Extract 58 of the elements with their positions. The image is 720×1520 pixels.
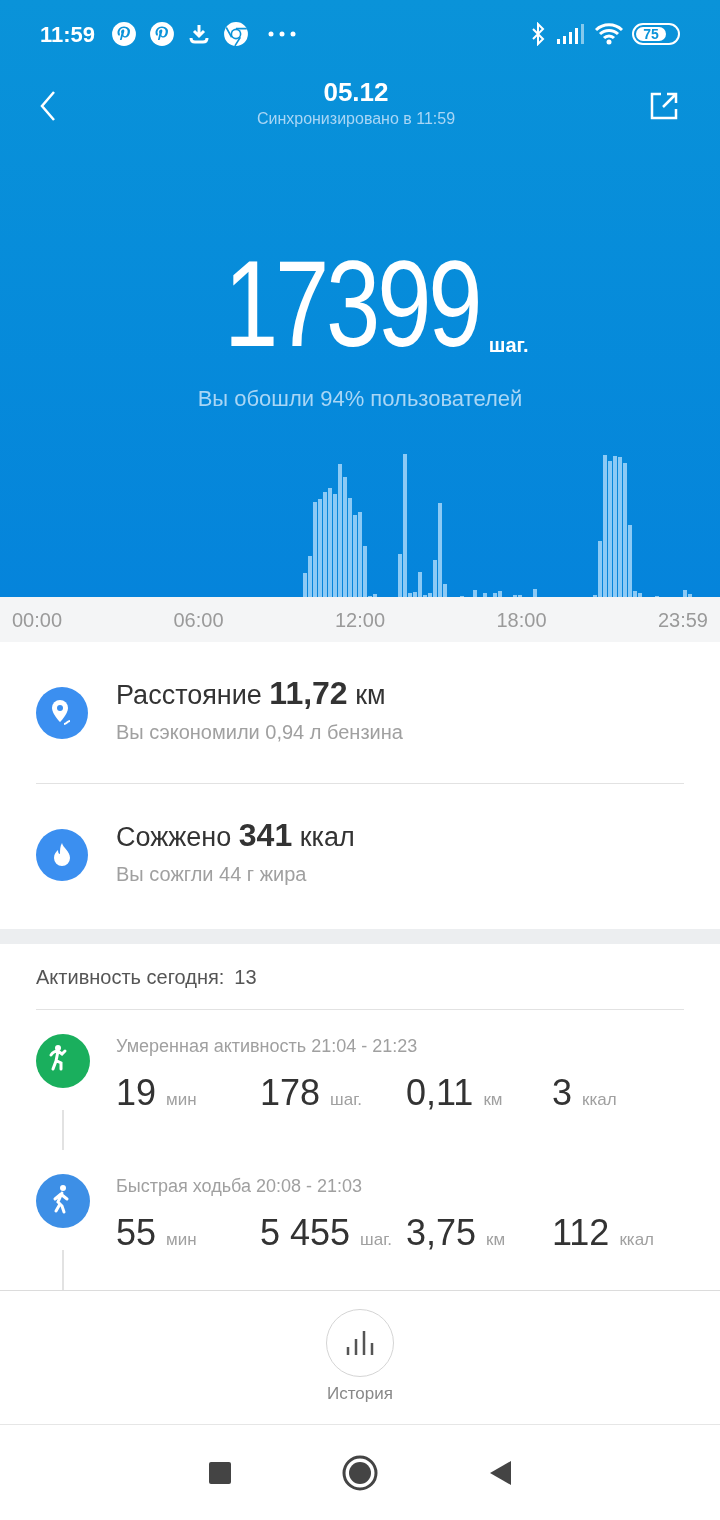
status-time: 11:59: [40, 20, 96, 49]
stat-value: 5 455: [260, 1211, 351, 1255]
stat-unit: км: [486, 1229, 506, 1251]
time-label: 23:59: [657, 607, 708, 633]
sync-status: Синхронизировано в 11:59: [256, 109, 456, 129]
browser-icon: [223, 21, 250, 47]
stat-value: 178: [260, 1071, 321, 1115]
stat-unit: мин: [166, 1089, 197, 1111]
recent-apps-icon: [208, 1460, 232, 1485]
exercise-figure-icon: [49, 1045, 67, 1071]
stat-unit: ккал: [582, 1089, 617, 1111]
stat-value: 3: [552, 1071, 573, 1115]
summary-title: Расстояние 11,72 км: [116, 673, 387, 713]
percentile-text: Вы обошли 94% пользователей: [197, 385, 523, 413]
stat-unit: шаг.: [330, 1089, 363, 1111]
signal-icon: [556, 24, 584, 44]
stat-unit: мин: [166, 1229, 197, 1251]
distance-icon: [36, 686, 88, 739]
stat-value: 19: [116, 1071, 157, 1115]
step-bar: [483, 593, 487, 597]
pinterest-icon: [111, 21, 138, 47]
calories-icon: [36, 829, 88, 881]
date-title: 05.12: [323, 76, 389, 108]
home-icon: [342, 1454, 378, 1491]
step-unit: шаг.: [488, 333, 529, 358]
history-label: История: [327, 1382, 393, 1405]
walking-figure-icon: [53, 1185, 69, 1214]
summary-subtitle: Вы сожгли 44 г жира: [116, 862, 308, 887]
bluetooth-icon: [530, 22, 546, 46]
stat-value: 112: [552, 1211, 610, 1255]
pinterest-icon: [149, 21, 176, 47]
summary-subtitle: Вы сэкономили 0,94 л бензина: [116, 719, 403, 745]
stat-value: 3,75: [406, 1211, 477, 1255]
share-button[interactable]: [648, 90, 680, 122]
back-icon: [40, 90, 56, 122]
activity-title: Умеренная активность 21:04 - 21:23: [116, 1035, 419, 1058]
activity-title: Быстрая ходьба 20:08 - 21:03: [116, 1175, 364, 1198]
more-icon: [267, 30, 298, 38]
summary-title: Сожжено 341 ккал: [116, 816, 355, 855]
activity-label: Активность сегодня:: [36, 964, 225, 990]
stat-unit: ккал: [619, 1229, 655, 1251]
time-label: 00:00: [12, 607, 63, 633]
time-label: 06:00: [173, 607, 224, 633]
wifi-icon: [594, 22, 624, 46]
step-bar: [473, 590, 477, 597]
battery-level: 75: [636, 27, 666, 41]
stat-unit: км: [483, 1089, 503, 1111]
activity-count: 13: [234, 964, 257, 990]
time-label: 12:00: [334, 607, 386, 633]
stat-unit: шаг.: [360, 1229, 393, 1251]
step-bar: [533, 589, 537, 597]
stat-value: 55: [116, 1211, 157, 1255]
step-count: 17399: [223, 244, 479, 364]
stat-value: 0,11: [406, 1071, 474, 1115]
bar-chart-icon: [345, 1330, 375, 1355]
back-triangle-icon: [488, 1459, 512, 1486]
time-label: 18:00: [496, 607, 547, 633]
share-icon: [649, 91, 679, 121]
